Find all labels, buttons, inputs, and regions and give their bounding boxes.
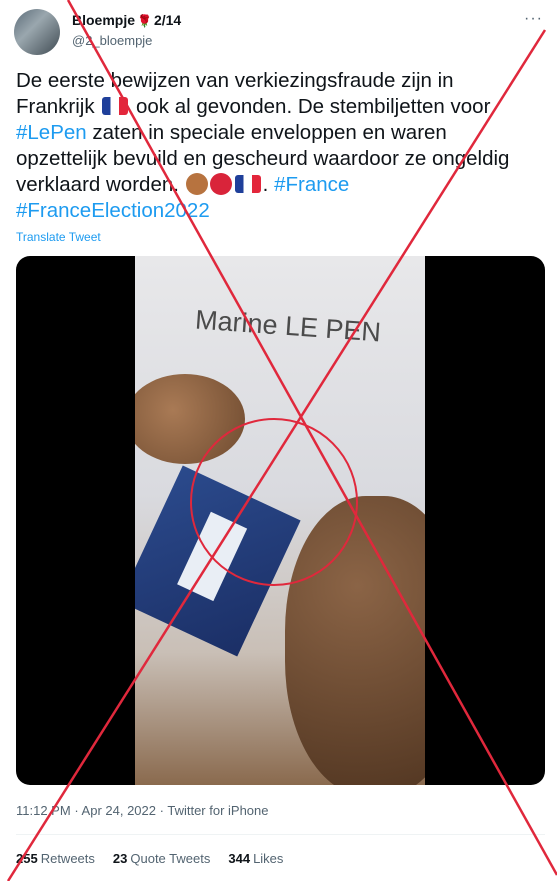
tweet-video[interactable]: Marine LE PEN xyxy=(16,256,545,785)
rose-icon: 🌹 xyxy=(137,14,152,28)
retweets-stat[interactable]: 255 Retweets xyxy=(16,851,95,866)
author-handle[interactable]: @2_bloempje xyxy=(72,33,152,48)
tweet-date[interactable]: Apr 24, 2022 xyxy=(82,803,156,818)
video-caption-text: Marine LE PEN xyxy=(194,304,382,348)
france-flag-icon xyxy=(102,97,129,115)
tweet-meta: 11:12 PM · Apr 24, 2022 · Twitter for iP… xyxy=(16,803,269,818)
tweet-source[interactable]: Twitter for iPhone xyxy=(167,803,268,818)
author-display-name[interactable]: Bloempje 🌹 2/14 xyxy=(72,12,181,28)
divider xyxy=(16,834,545,835)
angry-face-icon xyxy=(209,173,232,195)
see-no-evil-monkey-icon xyxy=(185,173,208,195)
hashtag-franceelection2022[interactable]: #FranceElection2022 xyxy=(16,199,210,222)
tweet-text: De eerste bewijzen van verkiezingsfraude… xyxy=(16,69,510,222)
more-icon[interactable]: ··· xyxy=(524,10,543,28)
likes-stat[interactable]: 344 Likes xyxy=(228,851,283,866)
highlight-circle xyxy=(190,418,358,586)
quote-tweets-stat[interactable]: 23 Quote Tweets xyxy=(113,851,210,866)
hashtag-lepen[interactable]: #LePen xyxy=(16,121,87,144)
france-flag-icon xyxy=(234,175,261,193)
avatar[interactable] xyxy=(14,9,60,55)
hashtag-france[interactable]: #France xyxy=(274,173,349,196)
tweet-stats: 255 Retweets 23 Quote Tweets 344 Likes xyxy=(16,851,283,866)
video-frame: Marine LE PEN xyxy=(135,256,425,785)
translate-tweet-link[interactable]: Translate Tweet xyxy=(16,230,101,244)
tweet-time[interactable]: 11:12 PM xyxy=(16,803,71,818)
